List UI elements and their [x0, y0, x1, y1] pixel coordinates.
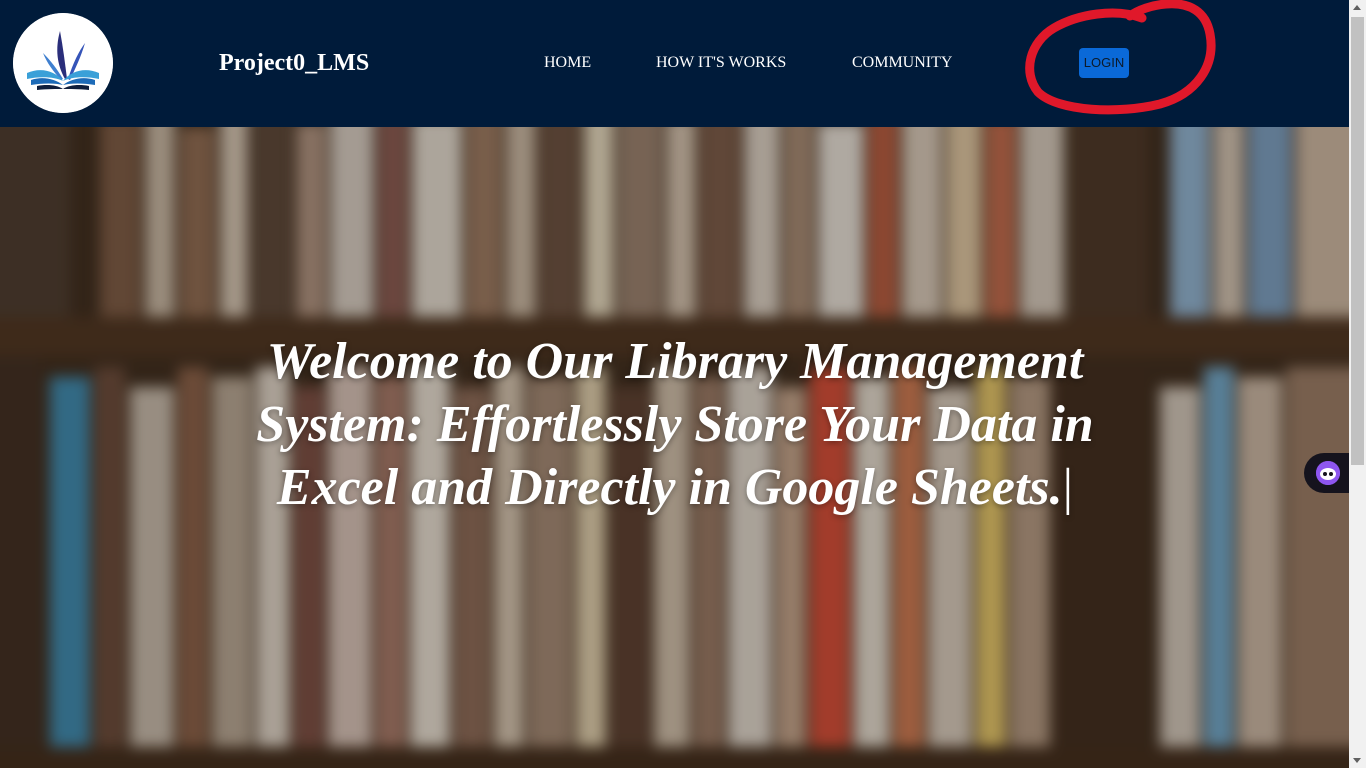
scroll-down-arrow-icon[interactable] — [1353, 758, 1361, 763]
navbar: Project0_LMS HOME HOW IT'S WORKS COMMUNI… — [0, 0, 1349, 127]
site-logo[interactable] — [13, 13, 113, 113]
nav-link-community[interactable]: COMMUNITY — [852, 53, 952, 73]
scroll-up-arrow-icon[interactable] — [1353, 5, 1361, 10]
nav-link-how-it-works[interactable]: HOW IT'S WORKS — [656, 53, 786, 73]
hero-title-text: Welcome to Our Library Management System… — [256, 333, 1094, 516]
nav-link-home[interactable]: HOME — [544, 53, 591, 73]
page: Project0_LMS HOME HOW IT'S WORKS COMMUNI… — [0, 0, 1366, 768]
brand-title[interactable]: Project0_LMS — [219, 48, 369, 78]
scrollbar-thumb[interactable] — [1351, 17, 1364, 465]
hero-title: Welcome to Our Library Management System… — [200, 330, 1150, 519]
login-button[interactable]: LOGIN — [1079, 48, 1129, 78]
hero-section: Welcome to Our Library Management System… — [0, 127, 1349, 768]
typing-caret: | — [1062, 459, 1074, 516]
chat-assistant-icon — [1316, 461, 1340, 485]
vertical-scrollbar[interactable] — [1349, 0, 1366, 768]
open-book-logo-icon — [13, 13, 113, 113]
